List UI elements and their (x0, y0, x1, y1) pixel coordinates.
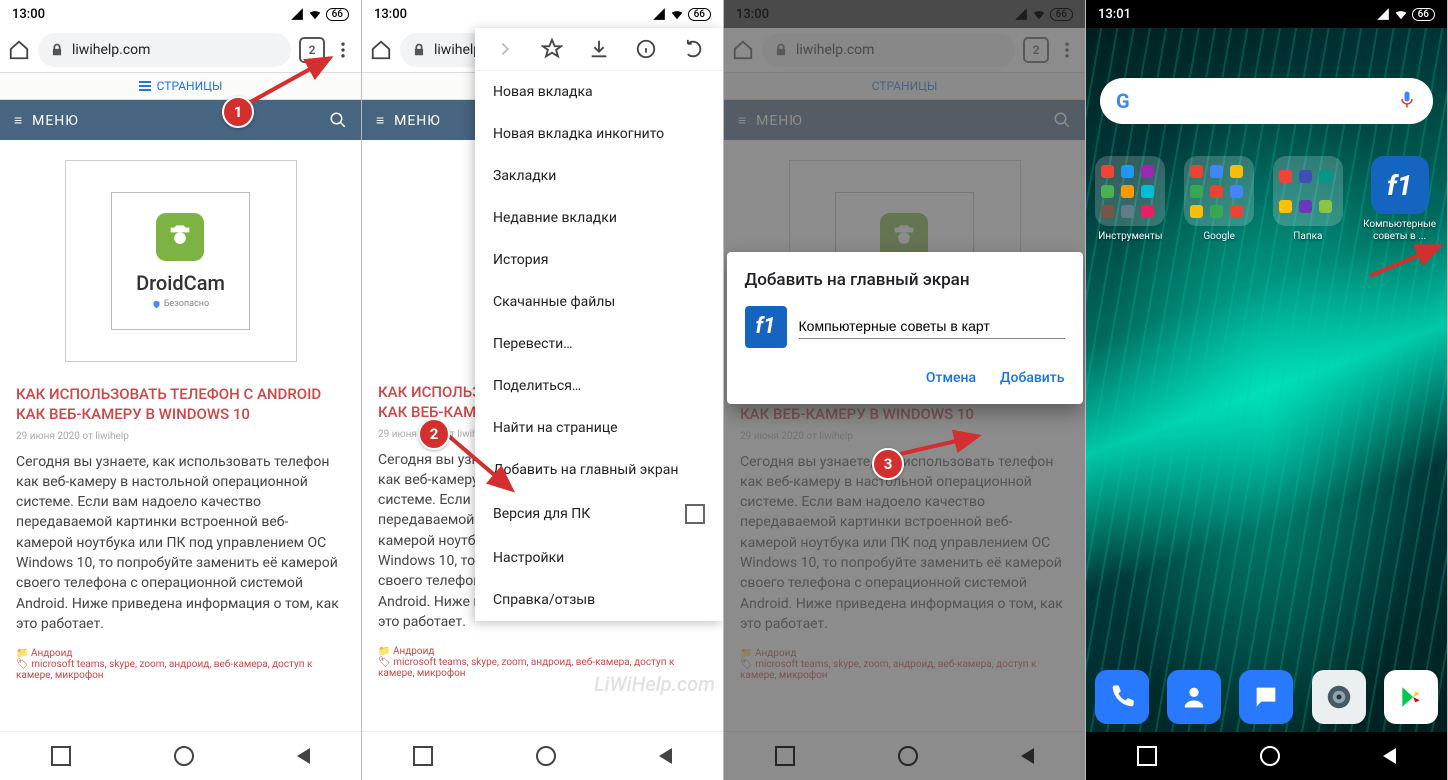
article-image: DroidCam Безопасно (65, 160, 297, 362)
menu-incognito[interactable]: Новая вкладка инкогнито (475, 113, 723, 155)
android-nav-bar (362, 731, 723, 780)
article-tags: 📁 Андроид 🏷 microsoft teams, skype, zoom… (16, 648, 345, 681)
phone-app[interactable] (1095, 670, 1149, 724)
cancel-button[interactable]: Отмена (926, 370, 976, 386)
star-icon[interactable] (541, 38, 563, 60)
android-nav-bar (0, 731, 361, 780)
home-icon[interactable] (370, 39, 392, 61)
shortcut-f1[interactable]: f1 Компьютерные советы в ... (1362, 156, 1438, 243)
app-row: Инструменты Google Папка f1 Компьютерные… (1086, 156, 1447, 243)
more-icon[interactable] (333, 40, 353, 60)
back-button[interactable] (659, 748, 672, 764)
folder-google[interactable]: Google (1184, 156, 1254, 243)
droidcam-icon (156, 213, 204, 261)
messages-app[interactable] (1239, 670, 1293, 724)
status-bar: 13:01 66 (1086, 0, 1447, 28)
contacts-app[interactable] (1167, 670, 1221, 724)
google-logo: G (1116, 89, 1130, 113)
battery-indicator: 66 (1412, 8, 1435, 21)
folder-misc[interactable]: Папка (1273, 156, 1343, 243)
menu-translate[interactable]: Перевести… (475, 323, 723, 365)
camera-app[interactable] (1312, 670, 1366, 724)
back-button[interactable] (1383, 748, 1396, 764)
watermark: LiWiHelp.com (594, 672, 715, 696)
browser-toolbar: liwihelp.com 2 (0, 28, 361, 72)
chrome-menu: Новая вкладка Новая вкладка инкогнито За… (475, 28, 723, 621)
home-button[interactable] (1260, 746, 1280, 766)
page-content: DroidCam Безопасно КАК ИСПОЛЬЗОВАТЬ ТЕЛЕ… (0, 140, 361, 701)
menu-share[interactable]: Поделиться… (475, 365, 723, 407)
android-nav-bar (1086, 732, 1447, 780)
status-bar: 13:00 66 (0, 0, 361, 28)
shortcut-name-input[interactable] (799, 314, 1065, 339)
phone-screenshot-1: 13:00 66 liwihelp.com 2 СТРАНИЦЫ ≡ МЕНЮ … (0, 0, 362, 780)
clock: 13:01 (1098, 7, 1131, 22)
back-button[interactable] (297, 748, 310, 764)
address-bar[interactable]: liwihelp.com (38, 33, 291, 67)
menu-help[interactable]: Справка/отзыв (475, 579, 723, 621)
menu-find[interactable]: Найти на странице (475, 407, 723, 449)
menu-history[interactable]: История (475, 239, 723, 281)
reload-icon[interactable] (682, 38, 704, 60)
site-menu-bar[interactable]: ≡ МЕНЮ (0, 100, 361, 140)
menu-desktop[interactable]: Версия для ПК (475, 491, 723, 537)
signal-icon (290, 7, 304, 21)
safe-badge: Безопасно (136, 299, 225, 309)
article-title[interactable]: КАК ИСПОЛЬЗОВАТЬ ТЕЛЕФОН С ANDROID КАК В… (16, 384, 345, 425)
folder-tools[interactable]: Инструменты (1095, 156, 1165, 243)
tabs-button[interactable]: 2 (299, 37, 325, 63)
menu-recent[interactable]: Недавние вкладки (475, 197, 723, 239)
battery-indicator: 66 (688, 8, 711, 21)
dialog-title: Добавить на главный экран (745, 270, 1065, 290)
step-badge-2: 2 (418, 418, 450, 450)
wallpaper (1086, 28, 1447, 732)
search-icon[interactable] (329, 111, 347, 129)
phone-screenshot-2: 13:00 66 liwihelp.com СТРАНИЦЫ ≡ МЕНЮ КА… (362, 0, 724, 780)
droidcam-label: DroidCam (136, 271, 225, 295)
recents-button[interactable] (413, 746, 433, 766)
google-search-bar[interactable]: G (1100, 78, 1433, 124)
menu-new-tab[interactable]: Новая вкладка (475, 71, 723, 113)
forward-icon[interactable] (494, 38, 516, 60)
home-button[interactable] (174, 746, 194, 766)
menu-downloads[interactable]: Скачанные файлы (475, 281, 723, 323)
menu-add-home[interactable]: Добавить на главный экран (475, 449, 723, 491)
menu-bookmarks[interactable]: Закладки (475, 155, 723, 197)
lock-icon (412, 43, 426, 57)
phone-screenshot-3: 13:00 66 liwihelp.com 2 СТРАНИЦЫ ≡ МЕНЮ … (724, 0, 1086, 780)
battery-indicator: 66 (326, 8, 349, 21)
article-date: 29 июня 2020 от liwihelp (16, 431, 345, 442)
step-badge-3: 3 (872, 448, 904, 480)
desktop-checkbox[interactable] (685, 504, 705, 524)
wifi-icon (670, 7, 684, 21)
signal-icon (652, 7, 666, 21)
home-button[interactable] (536, 746, 556, 766)
recents-button[interactable] (1137, 746, 1157, 766)
home-icon[interactable] (8, 39, 30, 61)
signal-icon (1376, 7, 1390, 21)
site-favicon: f1 (745, 306, 787, 348)
add-to-home-dialog: Добавить на главный экран f1 Отмена Доба… (727, 252, 1083, 404)
pages-link[interactable]: СТРАНИЦЫ (0, 72, 361, 100)
phone-screenshot-4: 13:01 66 G Инструменты Google Папка (1086, 0, 1448, 780)
hamburger-icon (139, 81, 151, 91)
recents-button[interactable] (51, 746, 71, 766)
wifi-icon (308, 7, 322, 21)
mic-icon[interactable] (1397, 89, 1417, 113)
clock: 13:00 (374, 7, 407, 22)
url-text: liwihelp.com (72, 42, 150, 58)
dock (1086, 670, 1447, 724)
info-icon[interactable] (635, 38, 657, 60)
add-button[interactable]: Добавить (1000, 370, 1064, 386)
download-icon[interactable] (588, 38, 610, 60)
wifi-icon (1394, 7, 1408, 21)
play-store-app[interactable] (1384, 670, 1438, 724)
clock: 13:00 (12, 7, 45, 22)
menu-settings[interactable]: Настройки (475, 537, 723, 579)
article-body: Сегодня вы узнаете, как использовать тел… (16, 452, 345, 635)
step-badge-1: 1 (222, 96, 254, 128)
lock-icon (50, 43, 64, 57)
status-bar: 13:00 66 (362, 0, 723, 28)
